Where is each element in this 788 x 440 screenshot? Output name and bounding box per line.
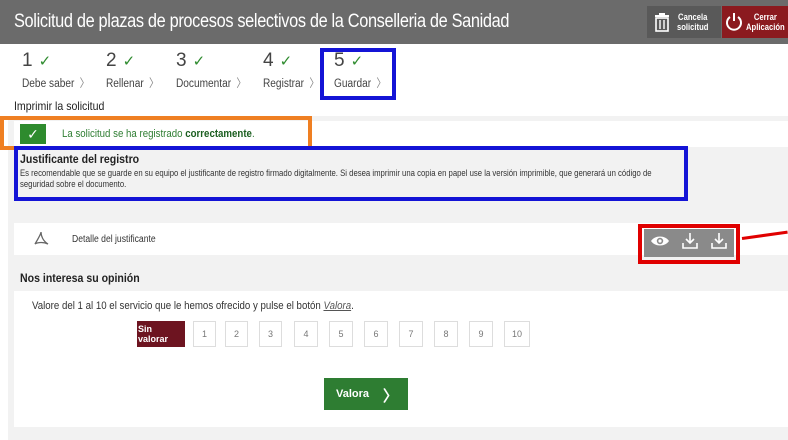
valora-link[interactable]: Valora <box>323 300 351 312</box>
score-9[interactable]: 9 <box>469 321 493 347</box>
receipt-detail-label: Detalle del justificante <box>72 234 156 245</box>
step-number: 4 <box>263 50 274 71</box>
app-title: Solicitud de plazas de procesos selectiv… <box>14 11 510 32</box>
score-5[interactable]: 5 <box>329 321 353 347</box>
score-7[interactable]: 7 <box>399 321 423 347</box>
highlight-receipt-actions <box>638 224 740 264</box>
highlight-success <box>0 116 312 150</box>
score-8[interactable]: 8 <box>434 321 458 347</box>
score-6[interactable]: 6 <box>364 321 388 347</box>
close-application-button[interactable]: Cerrar Aplicación <box>722 6 788 38</box>
close-application-label: Cerrar Aplicación <box>746 12 786 32</box>
step-number: 2 <box>106 50 117 71</box>
score-3[interactable]: 3 <box>259 321 282 347</box>
cancel-request-button[interactable]: Cancela solicitud <box>647 6 721 38</box>
step-1[interactable]: 1 ✓ Debe saber 〉 <box>22 50 99 96</box>
chevron-right-icon: 〉 <box>236 78 247 90</box>
step-number: 1 <box>22 50 33 71</box>
valora-button[interactable]: Valora 〉 <box>324 378 408 410</box>
chevron-right-icon: 〉 <box>382 388 398 405</box>
section-heading: Imprimir la solicitud <box>14 99 105 113</box>
pdf-icon <box>33 231 49 247</box>
step-label: Documentar <box>176 78 232 90</box>
highlight-receipt <box>14 146 688 201</box>
step-4[interactable]: 4 ✓ Registrar 〉 <box>263 50 327 96</box>
step-number: 3 <box>176 50 187 71</box>
score-4[interactable]: 4 <box>294 321 318 347</box>
step-3[interactable]: 3 ✓ Documentar 〉 <box>176 50 256 96</box>
step-label: Rellenar <box>106 78 144 90</box>
trash-icon <box>647 12 677 32</box>
score-1[interactable]: 1 <box>193 321 216 347</box>
score-2[interactable]: 2 <box>225 321 248 347</box>
check-icon: ✓ <box>122 53 136 70</box>
check-icon: ✓ <box>38 53 52 70</box>
chevron-right-icon: 〉 <box>148 78 160 90</box>
chevron-right-icon: 〉 <box>309 78 320 90</box>
chevron-right-icon: 〉 <box>79 78 90 90</box>
opinion-title: Nos interesa su opinión <box>20 271 140 285</box>
score-sin-valorar[interactable]: Sin valorar <box>137 321 185 347</box>
check-icon: ✓ <box>279 53 293 70</box>
valora-button-label: Valora <box>336 388 370 400</box>
step-label: Debe saber <box>22 78 75 90</box>
highlight-step-5 <box>320 48 396 100</box>
step-label: Registrar <box>263 78 305 90</box>
opinion-instructions: Valore del 1 al 10 el servicio que le he… <box>32 300 354 312</box>
cancel-request-label: Cancela solicitud <box>677 12 709 32</box>
app-header: Solicitud de plazas de procesos selectiv… <box>0 0 788 44</box>
step-2[interactable]: 2 ✓ Rellenar 〉 <box>106 50 166 96</box>
score-10[interactable]: 10 <box>504 321 530 347</box>
check-icon: ✓ <box>192 53 206 70</box>
power-icon <box>722 12 746 32</box>
